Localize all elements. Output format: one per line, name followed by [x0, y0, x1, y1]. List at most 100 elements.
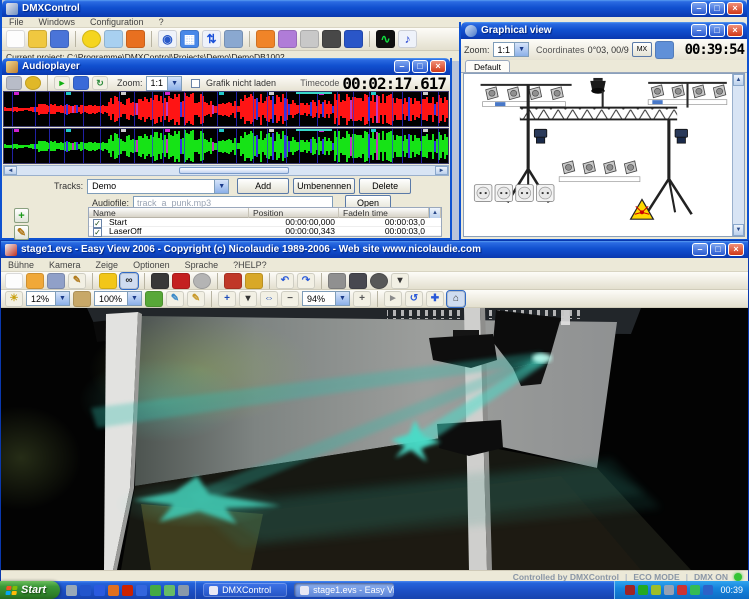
- tray-volume-icon[interactable]: [625, 585, 635, 595]
- render-sphere-icon[interactable]: [370, 273, 388, 289]
- quick-launch-browser-icon[interactable]: [108, 585, 119, 596]
- fit-screen-icon[interactable]: ⇔: [260, 291, 278, 307]
- eye-icon[interactable]: ◉: [158, 30, 177, 48]
- chevron-down-icon[interactable]: [214, 180, 228, 193]
- window-view-icon[interactable]: [245, 273, 263, 289]
- menu-item[interactable]: Configuration: [90, 17, 144, 27]
- light-bulb-icon[interactable]: ☀: [5, 291, 23, 307]
- zoom-out-icon[interactable]: −: [281, 291, 299, 307]
- reload-icon[interactable]: ↻: [92, 76, 108, 90]
- chevron-down-icon[interactable]: [127, 292, 141, 305]
- stage-3d-viewport[interactable]: [1, 308, 748, 570]
- minimize-button[interactable]: [394, 60, 410, 73]
- edit-pencil-icon[interactable]: ✎: [68, 273, 86, 289]
- quick-launch-green-icon[interactable]: [150, 585, 161, 596]
- tray-network-icon[interactable]: [664, 585, 674, 595]
- tray-xp-icon[interactable]: [703, 585, 713, 595]
- cd-icon[interactable]: [25, 76, 41, 90]
- quick-launch-word-icon[interactable]: [94, 585, 105, 596]
- pen-blue-icon[interactable]: ✎: [166, 291, 184, 307]
- chevron-down-icon[interactable]: [335, 292, 349, 305]
- maximize-button[interactable]: [709, 24, 725, 37]
- updown-arrows-icon[interactable]: ⇅: [202, 30, 221, 48]
- add-cue-button[interactable]: +: [14, 208, 29, 223]
- waveform-left-channel[interactable]: [3, 91, 449, 127]
- play-icon[interactable]: ►: [54, 76, 70, 90]
- grid-toggle-button[interactable]: MX: [632, 42, 653, 57]
- menu-item[interactable]: Sprache: [185, 260, 219, 270]
- tray-status-icon[interactable]: [690, 585, 700, 595]
- quick-launch-desktop-icon[interactable]: [66, 585, 77, 596]
- channel-grid-icon[interactable]: ▦: [180, 30, 199, 48]
- dmx-sync-icon[interactable]: [73, 76, 89, 90]
- maximize-button[interactable]: [709, 2, 725, 15]
- scrollbar-thumb[interactable]: [179, 167, 289, 174]
- zoom-in-icon[interactable]: +: [218, 291, 236, 307]
- close-button[interactable]: [430, 60, 446, 73]
- dmxcontrol-titlebar[interactable]: DMXControl: [2, 0, 747, 17]
- menu-item[interactable]: Bühne: [8, 260, 34, 270]
- waveform-scrollbar[interactable]: [3, 165, 449, 176]
- tools-icon[interactable]: [328, 273, 346, 289]
- new-project-icon[interactable]: [6, 30, 25, 48]
- library-book-icon[interactable]: [344, 30, 363, 48]
- scroll-right-icon[interactable]: [435, 166, 448, 175]
- quick-launch-gray-icon[interactable]: [178, 585, 189, 596]
- chevron-down-icon[interactable]: [514, 43, 528, 56]
- play-icon[interactable]: ►: [384, 291, 402, 307]
- menu-item[interactable]: Kamera: [49, 260, 81, 270]
- new-stage-icon[interactable]: [5, 273, 23, 289]
- audio-speaker-icon[interactable]: [322, 30, 341, 48]
- dmx-desk-icon[interactable]: [172, 273, 190, 289]
- maximize-button[interactable]: [412, 60, 428, 73]
- ambient-zoom-combo[interactable]: 12%: [26, 291, 70, 306]
- menu-item[interactable]: ?HELP?: [233, 260, 267, 270]
- pen-color-icon[interactable]: ✎: [187, 291, 205, 307]
- open-stage-icon[interactable]: [26, 273, 44, 289]
- delete-button[interactable]: Delete: [359, 178, 411, 194]
- taskbar-item-easyview[interactable]: stage1.evs - Easy Vie...: [294, 583, 394, 597]
- quick-launch-leaf-icon[interactable]: [164, 585, 175, 596]
- layout-lock-icon[interactable]: [655, 41, 674, 59]
- quick-launch-media-icon[interactable]: [80, 585, 91, 596]
- menu-item[interactable]: Optionen: [133, 260, 170, 270]
- submaster-icon[interactable]: [224, 30, 243, 48]
- device-icon[interactable]: [300, 30, 319, 48]
- waveform-right-channel[interactable]: [3, 128, 449, 164]
- add-button[interactable]: Add: [237, 178, 289, 194]
- sphere-icon[interactable]: [193, 273, 211, 289]
- cue-enabled-checkbox[interactable]: [93, 228, 102, 237]
- red-object-icon[interactable]: [224, 273, 242, 289]
- scale-combo[interactable]: 100%: [94, 291, 142, 306]
- menu-item[interactable]: File: [9, 17, 24, 27]
- tray-red-icon[interactable]: [677, 585, 687, 595]
- scroll-down-icon[interactable]: [733, 224, 744, 236]
- construction-hat-icon[interactable]: [99, 273, 117, 289]
- menu-item[interactable]: Windows: [39, 17, 76, 27]
- redo-icon[interactable]: ↷: [297, 273, 315, 289]
- 3d-glasses-icon[interactable]: ∞: [120, 273, 138, 289]
- zoom-combo[interactable]: 1:1: [493, 42, 530, 57]
- rename-button[interactable]: Umbenennen: [293, 178, 355, 194]
- audioplayer-titlebar[interactable]: Audioplayer: [2, 58, 450, 75]
- speaker-box-icon[interactable]: [126, 30, 145, 48]
- close-button[interactable]: [728, 243, 744, 256]
- graphical-view-vscrollbar[interactable]: [732, 74, 744, 236]
- effects-icon[interactable]: [256, 30, 275, 48]
- dancer-icon[interactable]: [151, 273, 169, 289]
- zoom-combo[interactable]: 1:1: [146, 76, 183, 91]
- scroll-left-icon[interactable]: [4, 166, 17, 175]
- menu-item[interactable]: Zeige: [96, 260, 119, 270]
- graphical-view-titlebar[interactable]: Graphical view: [461, 22, 747, 39]
- cue-row[interactable]: LaserOff 00:00:00,343 00:00:03,0: [89, 227, 441, 236]
- waveform-monitor-icon[interactable]: ∿: [376, 30, 395, 48]
- grafik-checkbox[interactable]: [191, 79, 200, 88]
- audio-device-icon[interactable]: [6, 76, 22, 90]
- taskbar-item-dmxcontrol[interactable]: DMXControl: [203, 583, 287, 597]
- tab-default[interactable]: Default: [465, 60, 510, 72]
- easy-view-titlebar[interactable]: stage1.evs - Easy View 2006 - Copyright …: [1, 241, 748, 258]
- chevron-down-icon[interactable]: [55, 292, 69, 305]
- snapshot-icon[interactable]: [349, 273, 367, 289]
- viewport-zoom-combo[interactable]: 94%: [302, 291, 350, 306]
- scroll-up-icon[interactable]: [733, 74, 744, 86]
